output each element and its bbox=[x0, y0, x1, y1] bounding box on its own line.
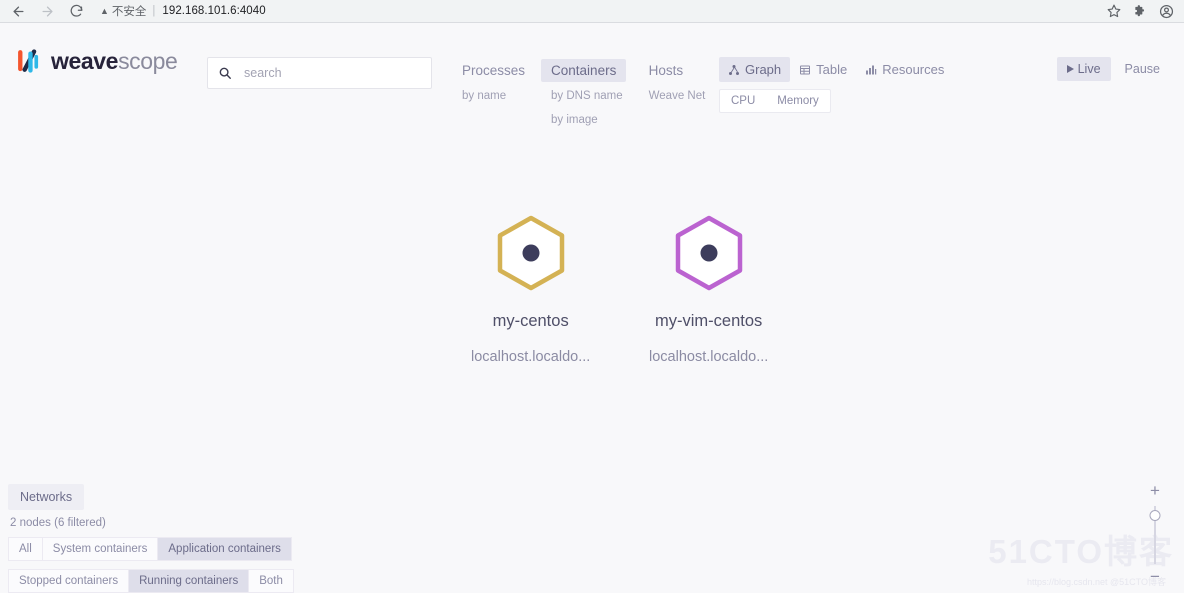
topology-item-containers[interactable]: Containers bbox=[541, 59, 627, 82]
warning-triangle-icon: ▲ bbox=[100, 6, 109, 16]
address-bar-divider: | bbox=[152, 5, 156, 17]
node-label: my-centos bbox=[492, 312, 569, 330]
filter-application-containers[interactable]: Application containers bbox=[157, 537, 292, 561]
graph-controls-panel: Networks 2 nodes (6 filtered) All System… bbox=[0, 484, 330, 593]
forward-arrow-icon[interactable] bbox=[39, 3, 55, 19]
play-triangle-icon bbox=[1066, 65, 1074, 73]
address-bar[interactable]: ▲ 不安全 | 192.168.101.6:4040 bbox=[100, 3, 1107, 20]
pause-button[interactable]: Pause bbox=[1115, 57, 1170, 81]
view-mode-graph[interactable]: Graph bbox=[719, 57, 791, 82]
filter-system-containers[interactable]: System containers bbox=[41, 537, 158, 561]
view-mode-selector: Graph Table Resources bbox=[719, 57, 953, 82]
address-bar-url: 192.168.101.6:4040 bbox=[162, 5, 266, 17]
live-button-label: Live bbox=[1077, 62, 1101, 76]
browser-toolbar-icons bbox=[1107, 4, 1176, 19]
app-header: weavescope Processes by name Containers … bbox=[0, 23, 1184, 133]
filter-running-containers[interactable]: Running containers bbox=[128, 569, 249, 593]
bookmark-star-icon[interactable] bbox=[1107, 4, 1121, 18]
logo-secondary-text: scope bbox=[118, 47, 178, 74]
live-button[interactable]: Live bbox=[1056, 57, 1111, 81]
weave-scope-app: weavescope Processes by name Containers … bbox=[0, 23, 1184, 593]
graph-node-my-centos[interactable]: my-centos localhost.localdo... bbox=[471, 213, 590, 365]
zoom-out-button[interactable]: − bbox=[1150, 568, 1160, 585]
filter-both[interactable]: Both bbox=[248, 569, 294, 593]
metric-cpu[interactable]: CPU bbox=[720, 90, 766, 112]
search-icon bbox=[218, 66, 232, 80]
logo-primary-text: weave bbox=[51, 47, 119, 74]
node-label: my-vim-centos bbox=[655, 312, 763, 330]
filter-stopped-containers[interactable]: Stopped containers bbox=[8, 569, 129, 593]
view-mode-resources-label: Resources bbox=[882, 62, 945, 77]
node-count-label: 2 nodes (6 filtered) bbox=[10, 517, 106, 529]
node-sublabel: localhost.localdo... bbox=[649, 349, 769, 365]
view-mode-resources[interactable]: Resources bbox=[856, 57, 953, 82]
topology-nav: Processes by name Containers by DNS name… bbox=[452, 59, 715, 130]
filter-all[interactable]: All bbox=[8, 537, 42, 561]
search-box[interactable] bbox=[207, 57, 432, 89]
security-indicator[interactable]: ▲ 不安全 bbox=[100, 3, 146, 19]
reload-icon[interactable] bbox=[68, 3, 84, 19]
weave-scope-logo-icon bbox=[18, 49, 39, 73]
metric-memory[interactable]: Memory bbox=[766, 90, 830, 112]
topology-sub-processes-by-name[interactable]: by name bbox=[452, 86, 516, 106]
view-mode-table-label: Table bbox=[816, 62, 848, 77]
graph-node-my-vim-centos[interactable]: my-vim-centos localhost.localdo... bbox=[649, 213, 768, 365]
graph-canvas[interactable]: my-centos localhost.localdo... my-vim-ce… bbox=[0, 133, 1184, 503]
browser-nav-buttons bbox=[8, 3, 84, 19]
view-mode-table[interactable]: Table bbox=[790, 57, 856, 82]
topology-item-hosts[interactable]: Hosts bbox=[639, 59, 694, 82]
topology-sub-containers-by-image[interactable]: by image bbox=[541, 110, 608, 130]
search-input[interactable] bbox=[244, 66, 414, 80]
topology-sub-hosts-weave-net[interactable]: Weave Net bbox=[639, 86, 716, 106]
view-mode-graph-label: Graph bbox=[745, 62, 782, 77]
pause-button-label: Pause bbox=[1124, 62, 1160, 76]
profile-avatar-icon[interactable] bbox=[1159, 4, 1174, 19]
back-arrow-icon[interactable] bbox=[10, 3, 26, 19]
zoom-slider-track[interactable] bbox=[1149, 506, 1161, 564]
filter-row-container-state: Stopped containers Running containers Bo… bbox=[8, 569, 330, 593]
app-logo[interactable]: weavescope bbox=[14, 45, 200, 77]
networks-button[interactable]: Networks bbox=[8, 484, 85, 510]
node-sublabel: localhost.localdo... bbox=[471, 349, 591, 365]
zoom-control[interactable]: + − bbox=[1144, 482, 1166, 585]
topology-item-processes[interactable]: Processes bbox=[452, 59, 535, 82]
node-hexagon-my-vim-centos bbox=[672, 213, 746, 298]
time-controls: Live Pause bbox=[1056, 57, 1170, 81]
resources-bars-icon bbox=[866, 65, 877, 74]
security-label: 不安全 bbox=[111, 6, 147, 18]
zoom-slider-handle[interactable] bbox=[1149, 510, 1161, 521]
filter-row-container-type: All System containers Application contai… bbox=[8, 537, 330, 561]
zoom-in-button[interactable]: + bbox=[1150, 482, 1160, 499]
metric-selector: CPU Memory bbox=[719, 89, 831, 113]
topology-group-containers: Containers by DNS name by image bbox=[541, 59, 633, 130]
graph-nodes-icon bbox=[729, 64, 739, 75]
browser-toolbar: ▲ 不安全 | 192.168.101.6:4040 bbox=[0, 0, 1184, 23]
puzzle-piece-icon[interactable] bbox=[1133, 4, 1147, 18]
topology-sub-containers-by-dns-name[interactable]: by DNS name bbox=[541, 86, 633, 106]
table-grid-icon bbox=[800, 65, 811, 74]
topology-group-processes: Processes by name bbox=[452, 59, 535, 106]
app-logo-text: weavescope bbox=[51, 47, 178, 74]
node-hexagon-my-centos bbox=[494, 213, 568, 298]
topology-group-hosts: Hosts Weave Net bbox=[639, 59, 716, 106]
